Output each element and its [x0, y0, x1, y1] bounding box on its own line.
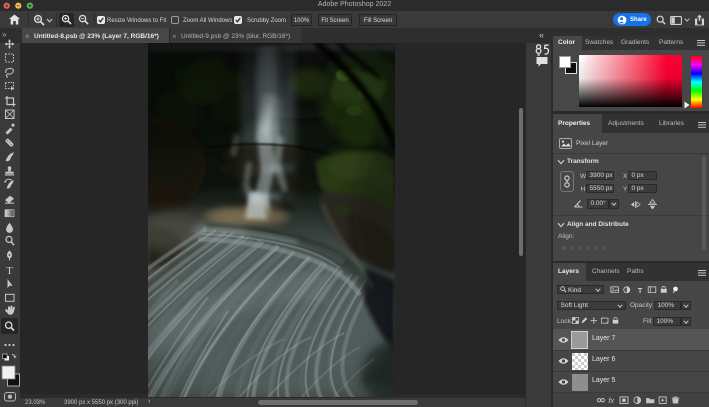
svg-text:fx: fx — [608, 396, 614, 404]
svg-text:+: + — [623, 20, 626, 25]
svg-text:T: T — [638, 286, 643, 294]
svg-text:T: T — [6, 265, 13, 277]
